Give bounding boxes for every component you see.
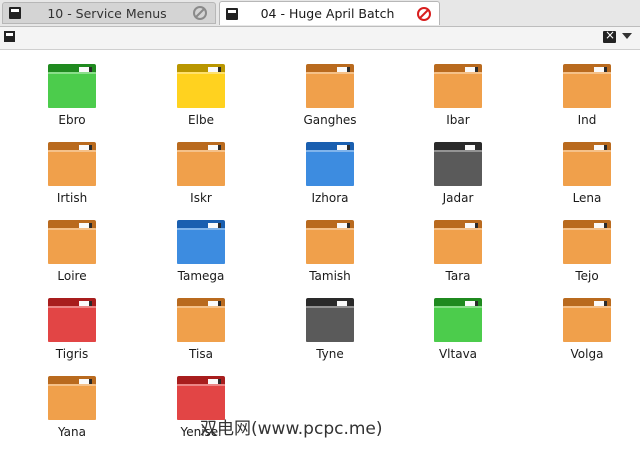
folder-label: Ganghes [303,113,357,127]
folder-item[interactable]: Ind [537,52,637,130]
folder-item[interactable]: Lena [537,130,637,208]
folder-icon [177,64,225,108]
folder-item[interactable]: Elbe [151,52,251,130]
tab-label: 04 - Huge April Batch [260,6,395,21]
folder-item[interactable]: Ibar [408,52,508,130]
close-tab-icon[interactable] [193,6,207,20]
folder-item[interactable]: Tigris [22,286,122,364]
folder-label: Tyne [316,347,344,361]
tab-label: 10 - Service Menus [47,5,167,21]
folder-item[interactable]: Tamega [151,208,251,286]
folder-icon [48,298,96,342]
folder-label: Tara [445,269,471,283]
folder-icon [177,142,225,186]
folder-grid: Ebro Elbe Ganghes Ibar Ind Irtish Iskr Izhora Ja… [0,52,640,449]
folder-icon [434,142,482,186]
folder-label: Ebro [58,113,86,127]
folder-item[interactable]: Loire [22,208,122,286]
folder-item[interactable]: Tamish [280,208,380,286]
chevron-down-icon[interactable] [622,33,632,39]
folder-item[interactable]: Ebro [22,52,122,130]
terminal-icon [9,7,21,19]
tab-huge-april-batch[interactable]: 04 - Huge April Batch [219,1,440,25]
folder-label: Ibar [446,113,470,127]
folder-label: Iskr [190,191,212,205]
folder-icon [306,220,354,264]
folder-label: Tisa [189,347,213,361]
folder-item[interactable]: Izhora [280,130,380,208]
folder-label: Tejo [575,269,599,283]
folder-icon [306,142,354,186]
watermark: 双电网(www.pcpc.me) [200,419,383,439]
folder-item[interactable]: Vltava [408,286,508,364]
folder-label: Volga [570,347,604,361]
folder-icon [306,64,354,108]
folder-label: Tamish [309,269,351,283]
folder-item[interactable]: Volga [537,286,637,364]
folder-label: Loire [57,269,87,283]
folder-item[interactable]: Tara [408,208,508,286]
folder-label: Ind [577,113,597,127]
folder-icon [48,376,96,420]
folder-item[interactable]: Irtish [22,130,122,208]
folder-item[interactable]: Tisa [151,286,251,364]
location-bar[interactable] [0,27,640,50]
folder-icon [563,142,611,186]
folder-icon [48,64,96,108]
clear-location-icon[interactable] [603,28,616,43]
folder-item[interactable]: Ganghes [280,52,380,130]
terminal-icon [4,31,15,42]
tab-service-menus[interactable]: 10 - Service Menus [2,2,216,24]
folder-label: Tamega [177,269,225,283]
terminal-icon [226,7,238,20]
folder-icon [434,220,482,264]
folder-icon [563,64,611,108]
close-tab-icon[interactable] [417,6,431,21]
folder-item[interactable]: Tejo [537,208,637,286]
folder-item[interactable]: Jadar [408,130,508,208]
folder-item[interactable]: Iskr [151,130,251,208]
folder-icon [306,298,354,342]
folder-icon [434,298,482,342]
folder-label: Irtish [56,191,88,205]
folder-icon [434,64,482,108]
folder-label: Lena [572,191,602,205]
folder-label: Vltava [438,347,478,361]
folder-label: Jadar [442,191,474,205]
folder-label: Elbe [188,113,214,127]
folder-icon [177,298,225,342]
folder-label: Tigris [55,347,89,361]
folder-icon [563,220,611,264]
folder-icon [48,142,96,186]
folder-icon [563,298,611,342]
folder-icon [48,220,96,264]
tab-bar: 10 - Service Menus 04 - Huge April Batch [0,0,640,27]
folder-item[interactable]: Yana [22,364,122,442]
folder-label: Izhora [311,191,349,205]
folder-item[interactable]: Tyne [280,286,380,364]
folder-label: Yana [58,425,86,439]
folder-icon [177,220,225,264]
